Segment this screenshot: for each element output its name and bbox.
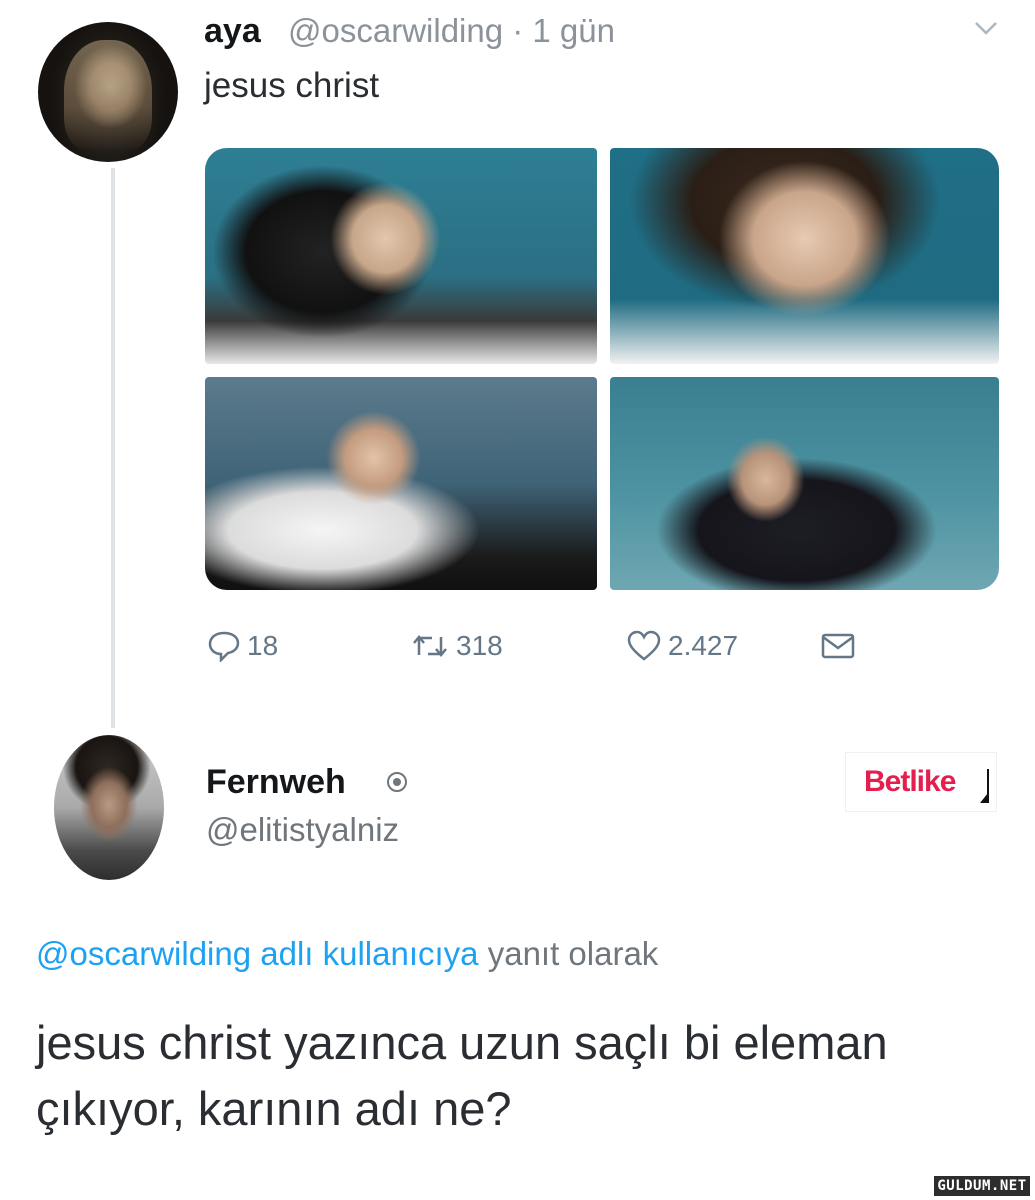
envelope-icon — [821, 633, 855, 659]
author-handle-time: @oscarwilding · 1 gün — [288, 12, 615, 49]
like-button[interactable]: 2.427 — [626, 630, 738, 662]
curling-player-photo-2[interactable] — [610, 148, 999, 364]
site-watermark: GULDUM.NET — [934, 1176, 1030, 1196]
heart-icon — [627, 630, 661, 661]
comment-icon — [208, 631, 240, 662]
advertisement-banner[interactable]: Betlike — [845, 752, 997, 812]
retweet-icon — [413, 635, 447, 657]
avatar[interactable] — [54, 735, 164, 880]
curling-player-photo-1[interactable] — [205, 148, 597, 364]
reply-count: 18 — [247, 630, 279, 661]
direct-message-button[interactable] — [820, 630, 862, 662]
arrow-icon — [980, 769, 989, 803]
like-count: 2.427 — [668, 630, 739, 661]
reply-text: jesus christ yazınca uzun saçlı bi elema… — [36, 1016, 888, 1135]
verified-icon — [387, 772, 407, 792]
author-name[interactable]: Fernweh — [206, 763, 346, 802]
tweet-text: jesus christ — [204, 66, 380, 105]
thread-connector — [111, 168, 115, 728]
author-name[interactable]: aya — [204, 12, 261, 51]
brand-logo: Betlike — [864, 765, 956, 798]
curling-player-photo-3[interactable] — [205, 377, 597, 590]
retweet-count: 318 — [456, 630, 503, 661]
reply-button[interactable]: 18 — [207, 630, 278, 662]
retweet-button[interactable]: 318 — [410, 630, 503, 662]
reply-to-link[interactable]: @oscarwilding adlı kullanıcıya — [36, 935, 479, 972]
chevron-down-icon[interactable] — [972, 14, 1000, 42]
curling-player-photo-4[interactable] — [610, 377, 999, 590]
in-reply-to: @oscarwilding adlı kullanıcıya yanıt ola… — [36, 935, 658, 973]
reply-to-suffix: yanıt olarak — [478, 935, 659, 972]
avatar[interactable] — [38, 22, 178, 162]
author-handle[interactable]: @elitistyalniz — [206, 811, 399, 849]
